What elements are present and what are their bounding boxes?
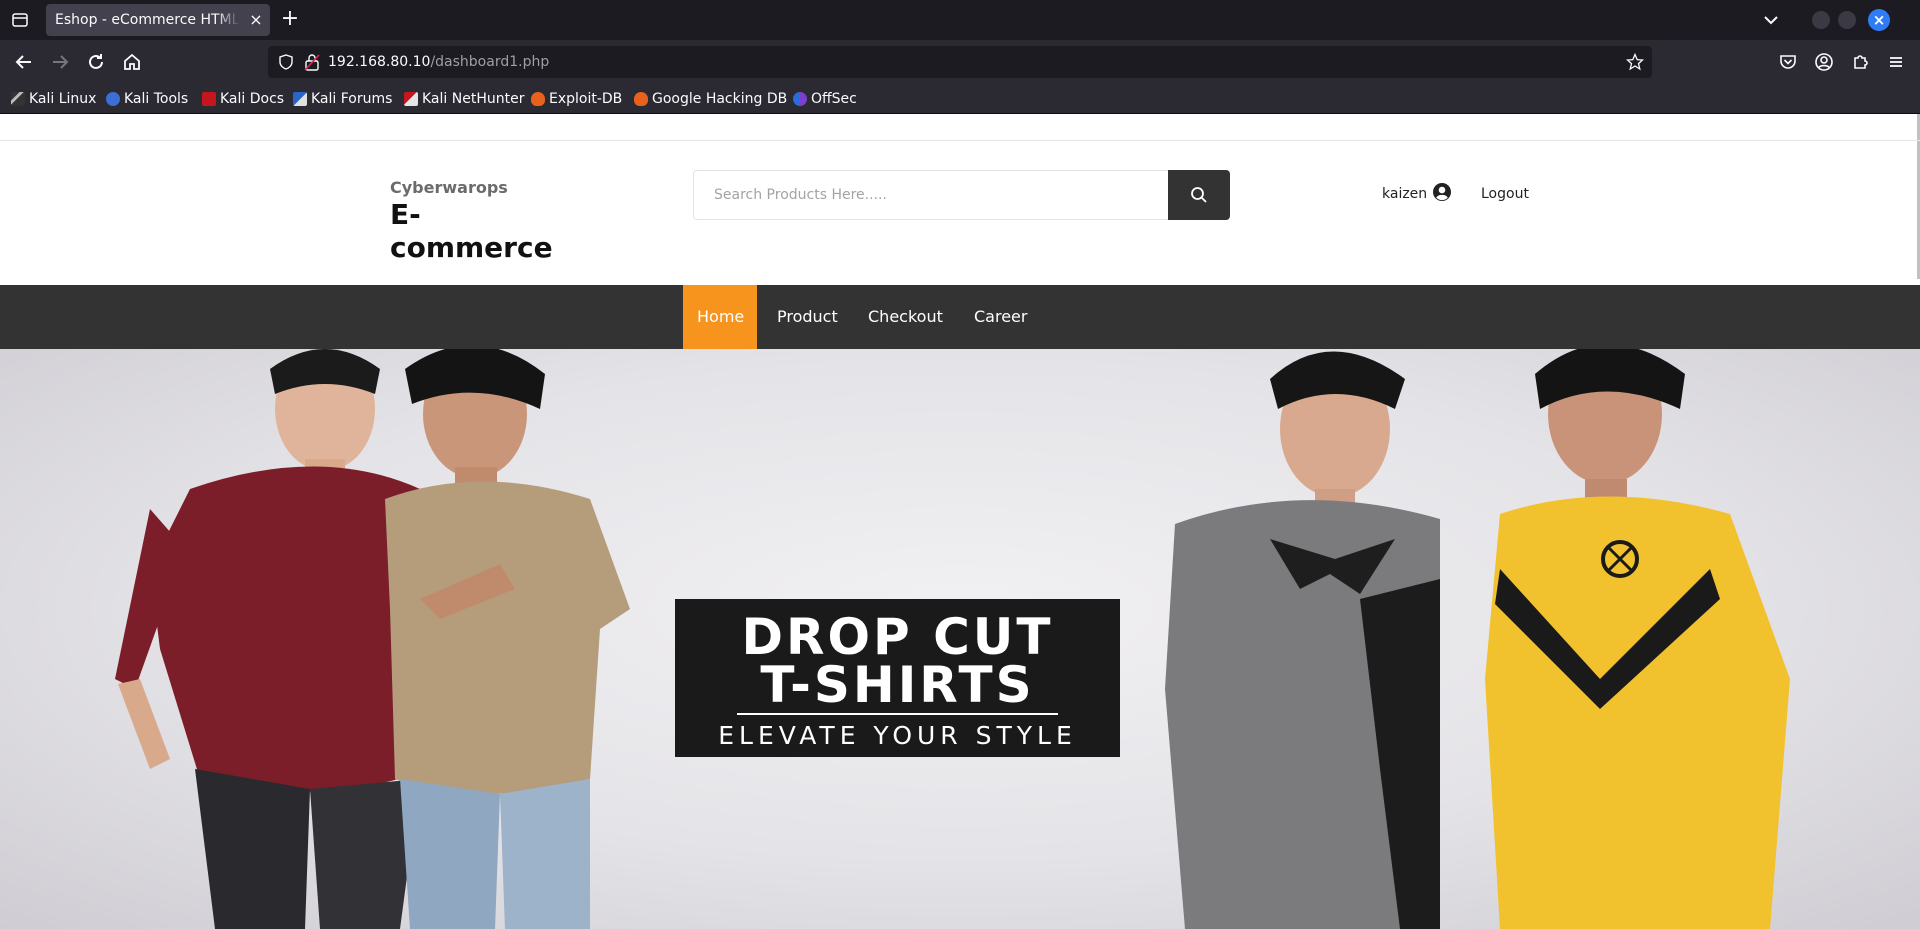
bookmark-star-icon[interactable] (1626, 53, 1644, 71)
browser-toolbar: 192.168.80.10/dashboard1.php (0, 40, 1920, 84)
active-tab[interactable]: Eshop - eCommerce HTML5 × (46, 4, 270, 36)
user-circle-icon[interactable] (1432, 182, 1452, 202)
bookmark-kali-linux[interactable]: Kali Linux (11, 89, 96, 109)
tracking-shield-icon[interactable] (278, 54, 294, 70)
promo-banner[interactable]: DROP CUT T-SHIRTS ELEVATE YOUR STYLE (675, 599, 1120, 757)
kali-docs-icon (202, 92, 216, 106)
kali-dragon-icon (11, 92, 25, 106)
search-icon (1191, 187, 1207, 203)
reload-icon[interactable] (84, 50, 108, 74)
bookmark-kali-tools[interactable]: Kali Tools (106, 89, 188, 109)
pocket-icon[interactable] (1777, 51, 1799, 73)
brand-name[interactable]: Cyberwarops (390, 178, 508, 197)
tab-title: Eshop - eCommerce HTML5 (55, 12, 240, 28)
site-logo-text[interactable]: E-commerce (390, 198, 580, 264)
account-icon[interactable] (1813, 51, 1835, 73)
maximize-button[interactable] (1812, 11, 1830, 29)
tab-close-icon[interactable]: × (246, 10, 266, 30)
bookmark-label: Kali Tools (124, 91, 189, 107)
url-host: 192.168.80.10 (328, 54, 431, 70)
insecure-lock-icon[interactable] (304, 53, 320, 71)
ghdb-icon (634, 92, 648, 106)
bookmark-label: Kali Forums (311, 91, 393, 107)
back-arrow-icon[interactable] (12, 50, 36, 74)
banner-subtitle: ELEVATE YOUR STYLE (718, 721, 1077, 750)
hamburger-menu-icon[interactable] (1885, 51, 1907, 73)
exploit-db-icon (531, 92, 545, 106)
tab-strip: Eshop - eCommerce HTML5 × + × (0, 0, 1920, 40)
bookmark-label: Kali Docs (220, 91, 285, 107)
url-text[interactable]: 192.168.80.10/dashboard1.php (328, 54, 549, 70)
main-menu: Home Product Checkout Career (0, 285, 1920, 349)
web-page: Cyberwarops E-commerce kaizen Logout Hom… (0, 114, 1920, 929)
bookmark-label: Kali Linux (29, 91, 97, 107)
menu-item-checkout[interactable]: Checkout (854, 285, 957, 349)
search-button[interactable] (1168, 170, 1230, 220)
home-icon[interactable] (120, 50, 144, 74)
bookmark-kali-docs[interactable]: Kali Docs (202, 89, 284, 109)
bookmark-kali-forums[interactable]: Kali Forums (293, 89, 392, 109)
chevron-down-icon[interactable] (1761, 10, 1781, 30)
tab-list-icon[interactable] (10, 10, 30, 30)
search-input[interactable] (693, 170, 1169, 220)
extensions-icon[interactable] (1849, 51, 1871, 73)
menu-item-product[interactable]: Product (763, 285, 852, 349)
offsec-icon (793, 92, 807, 106)
window-close-button[interactable]: × (1868, 9, 1890, 31)
menu-item-career[interactable]: Career (960, 285, 1041, 349)
banner-headline-2: T-SHIRTS (760, 656, 1035, 714)
bookmark-kali-nethunter[interactable]: Kali NetHunter (404, 89, 524, 109)
bookmark-label: Kali NetHunter (422, 91, 525, 107)
logout-link[interactable]: Logout (1481, 186, 1529, 202)
kali-nethunter-icon (404, 92, 418, 106)
new-tab-button[interactable]: + (278, 8, 302, 32)
url-path: /dashboard1.php (430, 54, 550, 70)
bookmark-label: OffSec (811, 91, 857, 107)
bookmark-exploit-db[interactable]: Exploit-DB (531, 89, 622, 109)
address-bar[interactable]: 192.168.80.10/dashboard1.php (268, 46, 1652, 78)
minimize-button[interactable] (1838, 11, 1856, 29)
menu-item-home[interactable]: Home (683, 285, 757, 349)
bookmark-label: Exploit-DB (549, 91, 623, 107)
forward-arrow-icon[interactable] (48, 50, 72, 74)
bookmark-offsec[interactable]: OffSec (793, 89, 857, 109)
banner-divider (737, 713, 1058, 715)
kali-tools-icon (106, 92, 120, 106)
bookmarks-toolbar: Kali Linux Kali Tools Kali Docs Kali For… (0, 84, 1920, 114)
top-divider (0, 140, 1920, 141)
kali-forums-icon (293, 92, 307, 106)
username-link[interactable]: kaizen (1382, 186, 1427, 202)
bookmark-label: Google Hacking DB (652, 91, 788, 107)
hero-banner[interactable]: DROP CUT T-SHIRTS ELEVATE YOUR STYLE (0, 349, 1920, 929)
bookmark-google-hacking-db[interactable]: Google Hacking DB (634, 89, 787, 109)
